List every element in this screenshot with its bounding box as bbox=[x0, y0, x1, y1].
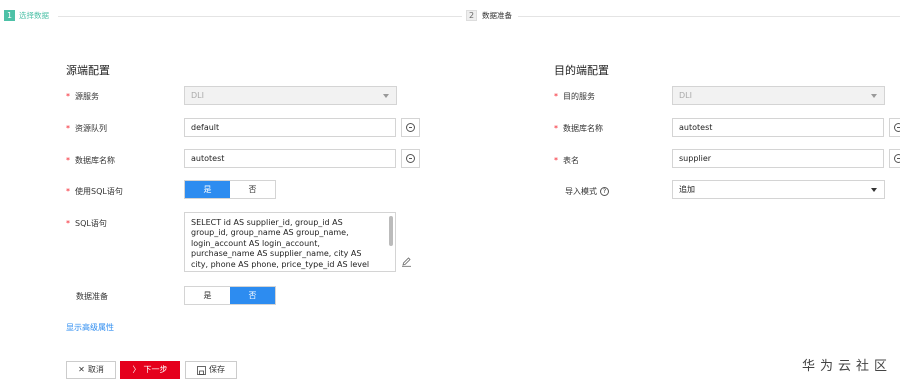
save-button[interactable]: 保存 bbox=[185, 361, 237, 379]
target-service-value: DLI bbox=[679, 91, 692, 100]
table-name-select-button[interactable] bbox=[889, 149, 900, 168]
target-service-label-text: 目的服务 bbox=[563, 92, 595, 101]
source-config-title: 源端配置 bbox=[66, 64, 110, 77]
step-1-number: 1 bbox=[4, 10, 15, 21]
use-sql-yes-option[interactable]: 是 bbox=[185, 181, 230, 198]
table-name-label: * 表名 bbox=[554, 155, 579, 166]
source-service-select[interactable]: DLI bbox=[184, 86, 397, 105]
target-database-label-text: 数据库名称 bbox=[563, 124, 603, 133]
required-mark: * bbox=[66, 187, 70, 196]
edit-pencil-icon[interactable] bbox=[401, 256, 412, 267]
resource-queue-label: * 资源队列 bbox=[66, 123, 107, 134]
chevron-right-icon: 〉 bbox=[132, 365, 141, 374]
source-database-label-text: 数据库名称 bbox=[75, 156, 115, 165]
table-name-label-text: 表名 bbox=[563, 156, 579, 165]
source-service-value: DLI bbox=[191, 91, 204, 100]
import-mode-value: 追加 bbox=[679, 185, 695, 194]
close-icon: ✕ bbox=[78, 365, 85, 374]
minus-circle-icon bbox=[894, 154, 900, 163]
next-label: 下一步 bbox=[143, 365, 168, 374]
help-icon[interactable]: ? bbox=[600, 187, 609, 196]
data-prepare-yes-option[interactable]: 是 bbox=[185, 287, 230, 304]
chevron-down-icon bbox=[383, 94, 389, 98]
minus-circle-icon bbox=[894, 123, 900, 132]
target-config-title: 目的端配置 bbox=[554, 64, 609, 77]
required-mark: * bbox=[66, 156, 70, 165]
required-mark: * bbox=[66, 219, 70, 228]
sql-statement-text: SELECT id AS supplier_id, group_id AS gr… bbox=[191, 218, 370, 269]
source-service-label-text: 源服务 bbox=[75, 92, 99, 101]
step-1-label[interactable]: 选择数据 bbox=[19, 10, 49, 21]
minus-circle-icon bbox=[406, 123, 415, 132]
save-icon bbox=[197, 365, 206, 375]
import-mode-select[interactable]: 追加 bbox=[672, 180, 885, 199]
required-mark: * bbox=[554, 92, 558, 101]
target-service-label: * 目的服务 bbox=[554, 91, 595, 102]
sql-statement-textarea[interactable]: SELECT id AS supplier_id, group_id AS gr… bbox=[184, 212, 396, 272]
source-database-select-button[interactable] bbox=[401, 149, 420, 168]
cancel-label: 取消 bbox=[87, 365, 104, 374]
step-2-label[interactable]: 数据准备 bbox=[482, 10, 512, 21]
target-database-select-button[interactable] bbox=[889, 118, 900, 137]
use-sql-no-option[interactable]: 否 bbox=[230, 181, 275, 198]
sql-statement-label-text: SQL语句 bbox=[75, 219, 107, 228]
wizard-steps: 1 选择数据 2 数据准备 bbox=[0, 8, 900, 24]
source-service-label: * 源服务 bbox=[66, 91, 99, 102]
import-mode-label: 导入模式? bbox=[565, 186, 609, 197]
resource-queue-select-button[interactable] bbox=[401, 118, 420, 137]
step-divider bbox=[518, 16, 900, 17]
show-advanced-link[interactable]: 显示高级属性 bbox=[66, 322, 114, 333]
sql-statement-label: * SQL语句 bbox=[66, 218, 107, 229]
data-prepare-toggle: 是 否 bbox=[184, 286, 276, 305]
save-label: 保存 bbox=[209, 365, 225, 374]
cancel-button[interactable]: ✕ 取消 bbox=[66, 361, 116, 379]
data-prepare-no-option[interactable]: 否 bbox=[230, 287, 275, 304]
data-prepare-label: 数据准备 bbox=[76, 292, 108, 301]
textarea-scrollbar[interactable] bbox=[389, 216, 393, 246]
source-database-input[interactable]: autotest bbox=[184, 149, 396, 168]
chevron-down-icon bbox=[871, 188, 877, 192]
resource-queue-input[interactable]: default bbox=[184, 118, 396, 137]
watermark: 华为云社区 bbox=[802, 359, 893, 374]
minus-circle-icon bbox=[406, 154, 415, 163]
step-2-number: 2 bbox=[466, 10, 477, 21]
use-sql-label: * 使用SQL语句 bbox=[66, 186, 123, 197]
step-divider bbox=[58, 16, 462, 17]
target-service-select[interactable]: DLI bbox=[672, 86, 885, 105]
table-name-input[interactable]: supplier bbox=[672, 149, 884, 168]
target-database-label: * 数据库名称 bbox=[554, 123, 603, 134]
required-mark: * bbox=[66, 92, 70, 101]
import-mode-label-text: 导入模式 bbox=[565, 187, 597, 196]
target-database-input[interactable]: autotest bbox=[672, 118, 884, 137]
resource-queue-label-text: 资源队列 bbox=[75, 124, 107, 133]
source-database-label: * 数据库名称 bbox=[66, 155, 115, 166]
required-mark: * bbox=[554, 156, 558, 165]
required-mark: * bbox=[66, 124, 70, 133]
next-button[interactable]: 〉下一步 bbox=[120, 361, 180, 379]
use-sql-toggle: 是 否 bbox=[184, 180, 276, 199]
use-sql-label-text: 使用SQL语句 bbox=[75, 187, 123, 196]
chevron-down-icon bbox=[871, 94, 877, 98]
required-mark: * bbox=[554, 124, 558, 133]
